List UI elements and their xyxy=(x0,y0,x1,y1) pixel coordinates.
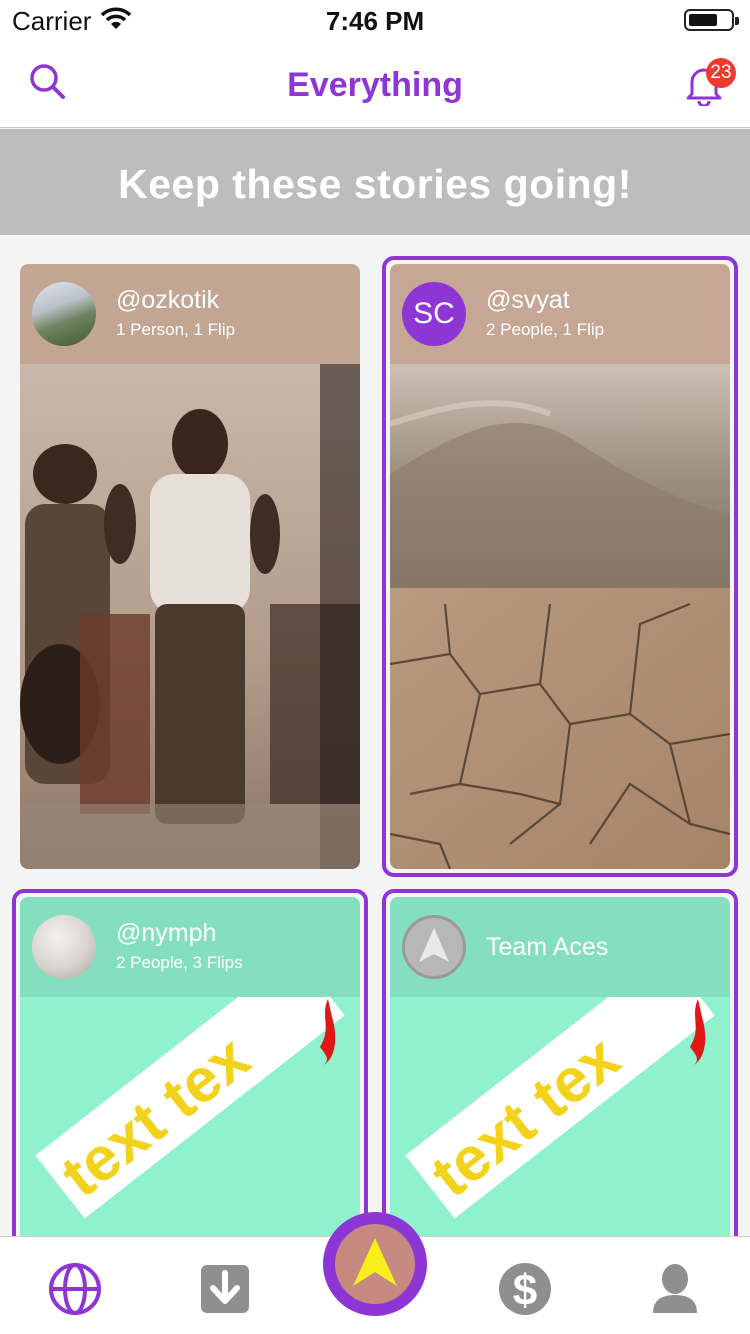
svg-text:$: $ xyxy=(513,1266,537,1315)
story-card[interactable]: @ozkotik 1 Person, 1 Flip xyxy=(20,264,360,869)
card-meta: 2 People, 1 Flip xyxy=(486,320,605,339)
card-header: @ozkotik 1 Person, 1 Flip xyxy=(20,264,360,364)
story-card-content: @nymph 2 People, 3 Flips text tex xyxy=(20,897,360,1241)
card-header: Team Aces xyxy=(390,897,730,997)
avatar: SC xyxy=(402,282,466,346)
story-media: text tex xyxy=(390,952,730,1241)
card-handle: @ozkotik xyxy=(116,286,220,314)
avatar xyxy=(32,282,96,346)
banner-text: Keep these stories going! xyxy=(118,161,632,207)
story-media xyxy=(390,364,730,869)
nav-bar: Everything 23 xyxy=(0,40,750,128)
sticker-text: text tex xyxy=(419,1022,633,1210)
status-bar: Carrier 7:46 PM xyxy=(0,0,750,40)
card-header: SC @svyat 2 People, 1 Flip xyxy=(390,264,730,364)
story-card-content: Team Aces text tex xyxy=(390,897,730,1241)
card-handle: Team Aces xyxy=(486,933,609,961)
app-screen: Carrier 7:46 PM Everything 23 Keep these… xyxy=(0,0,750,1334)
globe-icon[interactable] xyxy=(47,1261,103,1317)
create-story-button[interactable] xyxy=(323,1212,427,1316)
story-card[interactable]: @nymph 2 People, 3 Flips text tex xyxy=(12,889,368,1249)
create-arrow-icon xyxy=(335,1224,415,1304)
page-title: Everything xyxy=(287,66,463,104)
card-meta: 1 Person, 1 Flip xyxy=(116,320,236,339)
status-time: 7:46 PM xyxy=(325,6,425,36)
sticker-text: text tex xyxy=(49,1022,263,1210)
story-card[interactable]: SC @svyat 2 People, 1 Flip xyxy=(382,256,738,877)
story-card[interactable]: Team Aces text tex xyxy=(382,889,738,1249)
dollar-icon[interactable]: $ xyxy=(497,1261,553,1317)
download-icon[interactable] xyxy=(197,1261,253,1317)
story-media: text tex xyxy=(20,952,360,1241)
card-handle: @svyat xyxy=(486,286,570,314)
profile-icon[interactable] xyxy=(647,1261,703,1317)
avatar xyxy=(32,915,96,979)
battery-icon xyxy=(684,9,739,31)
card-meta: 2 People, 3 Flips xyxy=(116,953,243,972)
story-media xyxy=(20,364,360,869)
story-card-content: SC @svyat 2 People, 1 Flip xyxy=(390,264,730,869)
team-logo-icon xyxy=(402,915,466,979)
stories-banner: Keep these stories going! xyxy=(0,129,750,235)
story-card-content: @ozkotik 1 Person, 1 Flip xyxy=(20,264,360,869)
notification-badge: 23 xyxy=(706,58,736,88)
card-handle: @nymph xyxy=(116,919,217,947)
card-header: @nymph 2 People, 3 Flips xyxy=(20,897,360,997)
